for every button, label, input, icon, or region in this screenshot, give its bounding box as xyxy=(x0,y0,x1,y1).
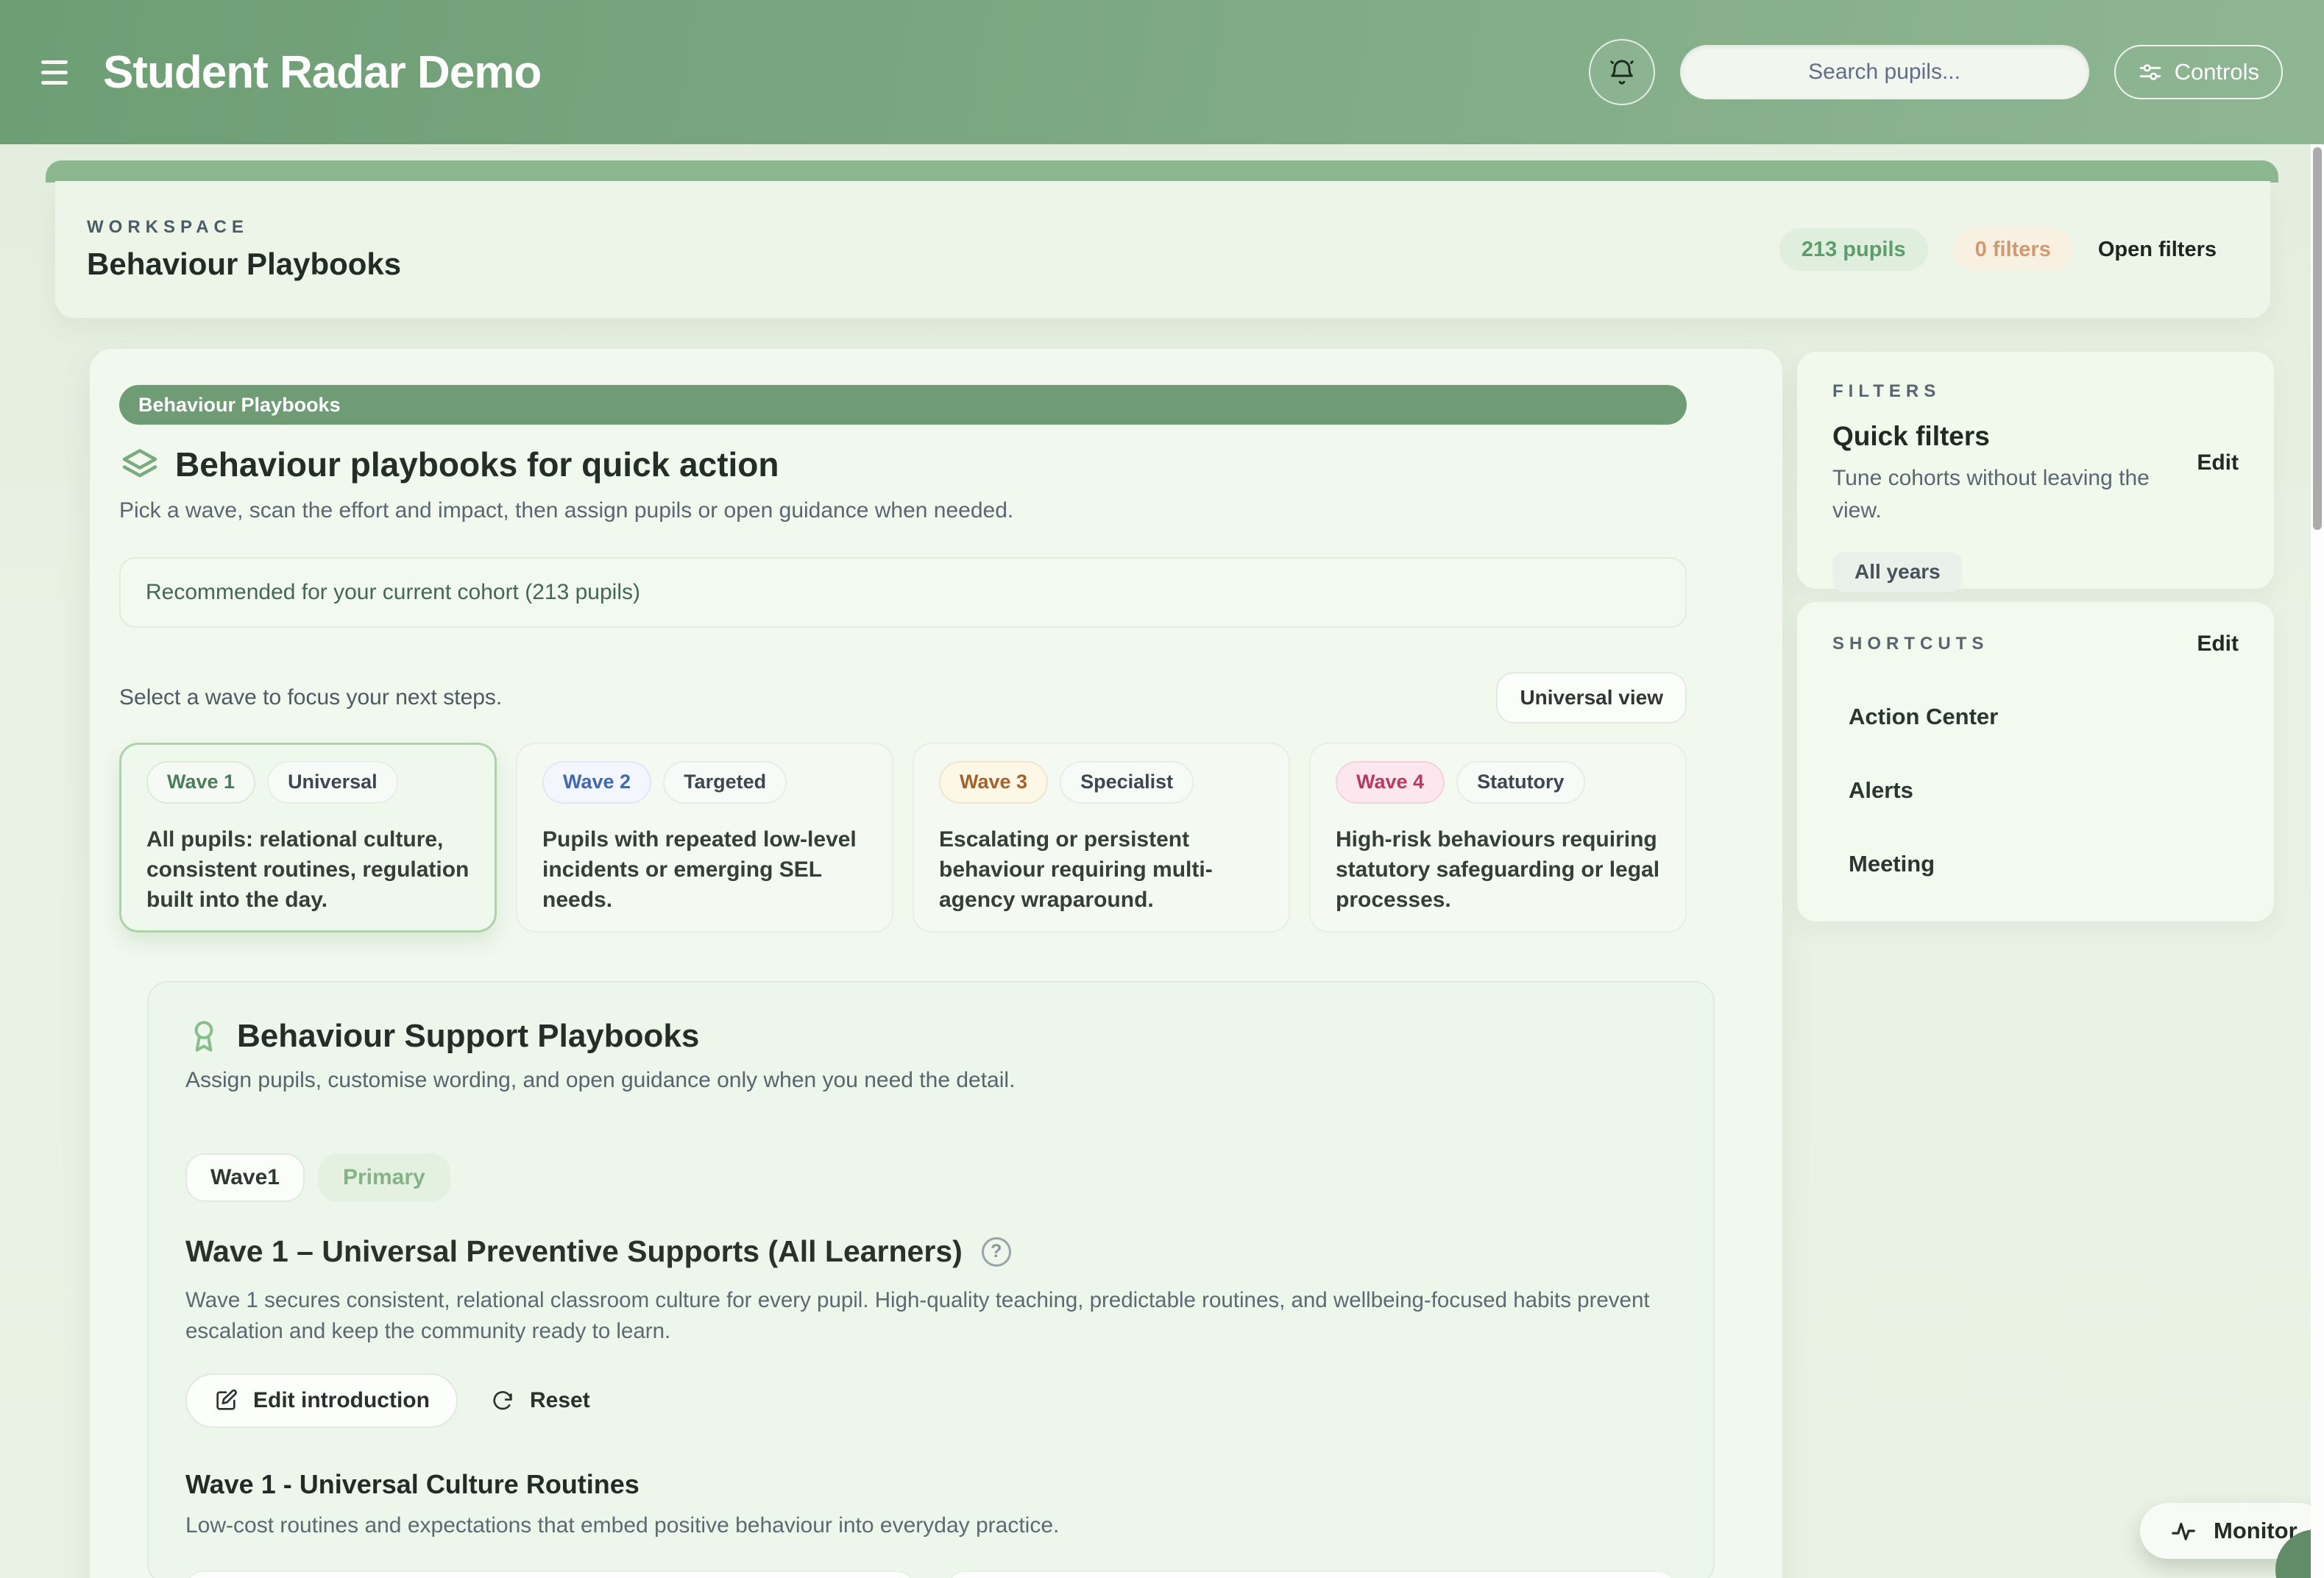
wave-3-description: Escalating or persistent behaviour requi… xyxy=(939,824,1264,915)
behaviour-support-playbooks-card: Behaviour Support Playbooks Assign pupil… xyxy=(147,981,1715,1578)
monitor-label: Monitor xyxy=(2214,1518,2298,1544)
scrollbar-thumb[interactable] xyxy=(2313,147,2322,530)
primary-chip[interactable]: Primary xyxy=(318,1153,450,1202)
controls-button[interactable]: Controls xyxy=(2114,45,2283,99)
top-bar: Student Radar Demo xyxy=(0,0,2324,144)
layers-icon xyxy=(119,444,160,485)
routine-title: Wave 1 - Universal Culture Routines xyxy=(185,1469,1676,1500)
page-title: Behaviour Playbooks xyxy=(87,247,401,282)
wave1-section-title: Wave 1 – Universal Preventive Supports (… xyxy=(185,1234,963,1269)
wave-4-description: High-risk behaviours requiring statutory… xyxy=(1336,824,1660,915)
wave-4-card[interactable]: Wave 4 Statutory High-risk behaviours re… xyxy=(1309,743,1687,933)
wave1-chip[interactable]: Wave1 xyxy=(185,1153,305,1202)
playbook-card-2: Universal Low effort Medium impact xyxy=(947,1571,1676,1578)
reset-button[interactable]: Reset xyxy=(490,1388,590,1413)
workspace-eyebrow: WORKSPACE xyxy=(87,217,401,238)
recommended-cohort-box: Recommended for your current cohort (213… xyxy=(119,557,1687,628)
shortcut-alerts[interactable]: Alerts xyxy=(1832,777,2239,804)
wave1-section-description: Wave 1 secures consistent, relational cl… xyxy=(185,1285,1665,1347)
pupils-count-badge: 213 pupils xyxy=(1779,228,1928,271)
app-title: Student Radar Demo xyxy=(103,46,541,99)
workspace-header: WORKSPACE Behaviour Playbooks 213 pupils… xyxy=(55,181,2270,318)
shortcut-meeting[interactable]: Meeting xyxy=(1832,851,2239,877)
behaviour-playbooks-card: Behaviour Playbooks Behaviour playbooks … xyxy=(90,349,1782,1578)
controls-label: Controls xyxy=(2175,59,2259,85)
page: Student Radar Demo xyxy=(0,0,2324,1578)
routine-subtitle: Low-cost routines and expectations that … xyxy=(185,1513,1676,1538)
universal-view-button[interactable]: Universal view xyxy=(1496,672,1687,723)
wave-1-tag: Universal xyxy=(267,761,398,804)
card-banner: Behaviour Playbooks xyxy=(119,385,1687,425)
select-wave-prompt: Select a wave to focus your next steps. xyxy=(119,685,502,710)
shortcuts-edit-button[interactable]: Edit xyxy=(2197,631,2239,657)
shortcuts-eyebrow: SHORTCUTS xyxy=(1832,634,1988,654)
sliders-icon xyxy=(2138,60,2163,85)
support-heading: Behaviour Support Playbooks xyxy=(237,1018,699,1055)
wave-2-card[interactable]: Wave 2 Targeted Pupils with repeated low… xyxy=(516,743,893,933)
quick-filters-title: Quick filters xyxy=(1832,421,2186,452)
all-years-chip[interactable]: All years xyxy=(1832,552,1963,592)
wave-1-pill: Wave 1 xyxy=(146,761,255,804)
wave-4-pill: Wave 4 xyxy=(1336,761,1445,804)
search-input[interactable] xyxy=(1680,45,2089,99)
quick-filters-description: Tune cohorts without leaving the view. xyxy=(1832,462,2186,527)
workspace-status-group: 213 pupils 0 filters Open filters xyxy=(1779,228,2217,271)
wave-1-card[interactable]: Wave 1 Universal All pupils: relational … xyxy=(119,743,497,933)
wave-1-description: All pupils: relational culture, consiste… xyxy=(146,824,470,915)
shortcut-action-center[interactable]: Action Center xyxy=(1832,704,2239,730)
filters-count-badge: 0 filters xyxy=(1953,228,2073,271)
playbook-card-1: Universal Low effort Medium impact xyxy=(185,1571,915,1578)
wave-2-tag: Targeted xyxy=(663,761,787,804)
support-subheading: Assign pupils, customise wording, and op… xyxy=(185,1068,1676,1093)
notifications-button[interactable] xyxy=(1589,39,1655,105)
shortcuts-panel: SHORTCUTS Edit Action Center Alerts Meet… xyxy=(1797,602,2274,921)
wave-3-pill: Wave 3 xyxy=(939,761,1048,804)
quick-action-heading: Behaviour playbooks for quick action xyxy=(175,445,779,484)
wave-3-card[interactable]: Wave 3 Specialist Escalating or persiste… xyxy=(913,743,1290,933)
accent-strip xyxy=(46,160,2278,183)
award-ribbon-icon xyxy=(185,1018,222,1055)
wave-2-description: Pupils with repeated low-level incidents… xyxy=(542,824,867,915)
open-filters-button[interactable]: Open filters xyxy=(2098,238,2217,262)
pencil-edit-icon xyxy=(213,1388,238,1413)
edit-introduction-label: Edit introduction xyxy=(253,1388,430,1413)
filters-eyebrow: FILTERS xyxy=(1832,381,2239,402)
wave-4-tag: Statutory xyxy=(1456,761,1585,804)
quick-action-subheading: Pick a wave, scan the effort and impact,… xyxy=(119,498,1753,523)
bell-icon xyxy=(1607,57,1637,87)
wave-3-tag: Specialist xyxy=(1060,761,1194,804)
hamburger-menu-icon[interactable] xyxy=(41,56,74,88)
reset-label: Reset xyxy=(530,1388,590,1413)
filters-edit-button[interactable]: Edit xyxy=(2197,450,2239,475)
wave-card-grid: Wave 1 Universal All pupils: relational … xyxy=(119,743,1687,933)
reset-refresh-icon xyxy=(490,1388,515,1413)
filters-panel: FILTERS Quick filters Tune cohorts witho… xyxy=(1797,352,2274,589)
playbook-grid: Universal Low effort Medium impact xyxy=(185,1571,1676,1578)
topbar-actions: Controls xyxy=(1589,39,2283,105)
edit-introduction-button[interactable]: Edit introduction xyxy=(185,1373,458,1428)
help-icon[interactable]: ? xyxy=(982,1237,1011,1267)
activity-pulse-icon xyxy=(2169,1517,2197,1545)
workspace-heading-group: WORKSPACE Behaviour Playbooks xyxy=(87,217,401,282)
wave-2-pill: Wave 2 xyxy=(542,761,651,804)
